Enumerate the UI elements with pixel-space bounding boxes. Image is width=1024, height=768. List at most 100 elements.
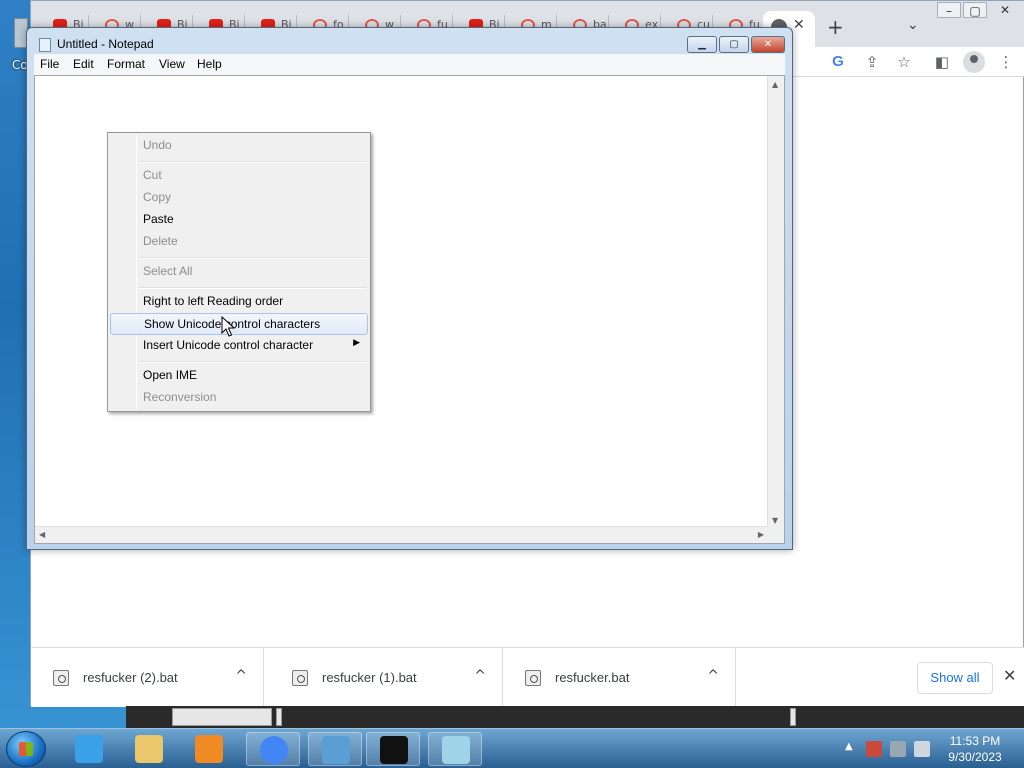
menu-item-show-unicode-control[interactable]: Show Unicode control characters [110, 313, 368, 335]
chrome-restore-button[interactable]: ▢ [963, 2, 987, 18]
taskbar-app-button[interactable] [428, 732, 482, 766]
google-lens-icon[interactable]: G [829, 53, 847, 71]
batch-file-icon [53, 670, 69, 686]
chrome-icon [260, 736, 288, 764]
menu-separator [139, 361, 367, 363]
tab-search-button[interactable]: ⌄ [907, 17, 919, 33]
download-item[interactable]: resfucker (1).bat ^ [270, 648, 503, 708]
notepad-icon [39, 38, 51, 52]
taskbar-app-button[interactable] [182, 732, 236, 766]
menu-item-cut[interactable]: Cut [110, 165, 368, 187]
vertical-scrollbar[interactable]: ▲ ▼ [767, 76, 784, 527]
menu-edit[interactable]: Edit [73, 57, 94, 71]
menu-item-label: Right to left Reading order [143, 294, 284, 308]
chevron-up-icon[interactable]: ^ [707, 668, 719, 684]
new-tab-button[interactable]: + [827, 15, 844, 39]
close-button[interactable]: ✕ [751, 36, 785, 53]
menu-item-label: Cut [143, 168, 162, 182]
taskbar-app-button[interactable] [246, 732, 300, 766]
submenu-arrow-icon: ▶ [353, 338, 360, 348]
scroll-right-icon[interactable]: ▶ [758, 530, 764, 539]
window-preview-slot[interactable] [172, 708, 272, 726]
chrome-close-button[interactable]: ✕ [993, 2, 1017, 18]
chevron-up-icon[interactable]: ^ [474, 668, 486, 684]
menu-bar: File Edit Format View Help [34, 54, 785, 75]
start-button[interactable] [6, 731, 46, 767]
remote-desktop-icon [322, 736, 350, 764]
chevron-up-icon[interactable]: ^ [235, 668, 247, 684]
menu-file[interactable]: File [40, 57, 59, 71]
menu-item-label: Undo [143, 138, 172, 152]
menu-item-delete[interactable]: Delete [110, 231, 368, 253]
network-icon[interactable] [890, 741, 906, 757]
action-center-flag-icon[interactable] [866, 741, 882, 757]
menu-item-label: Copy [143, 190, 172, 204]
menu-item-label: Open IME [143, 368, 198, 382]
taskbar-app-button[interactable] [308, 732, 362, 766]
menu-help[interactable]: Help [197, 57, 222, 71]
show-all-downloads-button[interactable]: Show all [917, 662, 993, 694]
system-clock[interactable]: 11:53 PM 9/30/2023 [940, 733, 1010, 765]
resize-grip[interactable] [767, 526, 784, 543]
menu-separator [139, 161, 367, 163]
profile-avatar[interactable] [963, 51, 985, 73]
taskbar-preview-strip [126, 706, 1024, 728]
batch-file-icon [292, 670, 308, 686]
menu-item-label: Insert Unicode control character [143, 338, 314, 352]
file-explorer-icon [135, 735, 163, 763]
menu-item-paste[interactable]: Paste [110, 209, 368, 231]
scroll-up-icon[interactable]: ▲ [772, 80, 778, 89]
menu-item-label: Select All [143, 264, 193, 278]
menu-item-undo[interactable]: Undo [110, 135, 368, 157]
taskbar-app-button[interactable] [122, 732, 176, 766]
menu-item-rtl-reading-order[interactable]: Right to left Reading order [110, 291, 368, 313]
menu-view[interactable]: View [159, 57, 185, 71]
scroll-left-icon[interactable]: ◀ [39, 530, 45, 539]
menu-item-copy[interactable]: Copy [110, 187, 368, 209]
close-download-bar-icon[interactable]: ✕ [1003, 666, 1016, 685]
menu-item-select-all[interactable]: Select All [110, 261, 368, 283]
command-prompt-icon [380, 736, 408, 764]
bookmark-star-icon[interactable]: ☆ [895, 53, 913, 71]
taskbar: ▲ 11:53 PM 9/30/2023 [0, 728, 1024, 768]
notepad-icon [442, 736, 470, 764]
mouse-cursor-icon [221, 316, 236, 337]
chrome-minimize-button[interactable]: – [937, 2, 961, 18]
download-item[interactable]: resfucker.bat ^ [503, 648, 736, 708]
minimize-button[interactable]: ▁ [687, 36, 717, 53]
menu-item-insert-unicode-control[interactable]: Insert Unicode control character ▶ [110, 335, 368, 357]
media-player-icon [195, 735, 223, 763]
window-title: Untitled - Notepad [57, 37, 154, 51]
clock-time: 11:53 PM [949, 734, 1001, 748]
share-icon[interactable]: ⇪ [863, 53, 881, 71]
internet-explorer-icon [75, 735, 103, 763]
download-filename: resfucker.bat [555, 670, 630, 685]
clock-date: 9/30/2023 [948, 750, 1002, 764]
menu-item-label: Paste [143, 212, 174, 226]
download-item[interactable]: resfucker (2).bat ^ [31, 648, 264, 708]
menu-item-reconversion[interactable]: Reconversion [110, 387, 368, 409]
context-menu: Undo Cut Copy Paste Delete Select All Ri… [107, 132, 371, 412]
window-preview-slot[interactable] [790, 708, 796, 726]
horizontal-scrollbar[interactable]: ◀ ▶ [35, 526, 768, 543]
menu-separator [139, 287, 367, 289]
download-bar: resfucker (2).bat ^ resfucker (1).bat ^ … [31, 647, 1024, 708]
window-preview-slot[interactable] [276, 708, 282, 726]
download-filename: resfucker (1).bat [322, 670, 417, 685]
menu-item-label: Reconversion [143, 390, 217, 404]
menu-item-open-ime[interactable]: Open IME [110, 365, 368, 387]
taskbar-app-button[interactable] [366, 732, 420, 766]
show-hidden-icons-icon[interactable]: ▲ [845, 741, 853, 752]
close-tab-icon[interactable]: ✕ [793, 17, 805, 33]
taskbar-app-button[interactable] [62, 732, 116, 766]
menu-format[interactable]: Format [107, 57, 145, 71]
batch-file-icon [525, 670, 541, 686]
menu-separator [139, 257, 367, 259]
download-filename: resfucker (2).bat [83, 670, 178, 685]
side-panel-icon[interactable]: ◧ [933, 53, 951, 71]
menu-item-label: Delete [143, 234, 178, 248]
scroll-down-icon[interactable]: ▼ [772, 516, 778, 525]
volume-muted-icon[interactable] [914, 741, 930, 757]
chrome-menu-icon[interactable]: ⋮ [997, 53, 1015, 71]
maximize-button[interactable]: ▢ [719, 36, 749, 53]
